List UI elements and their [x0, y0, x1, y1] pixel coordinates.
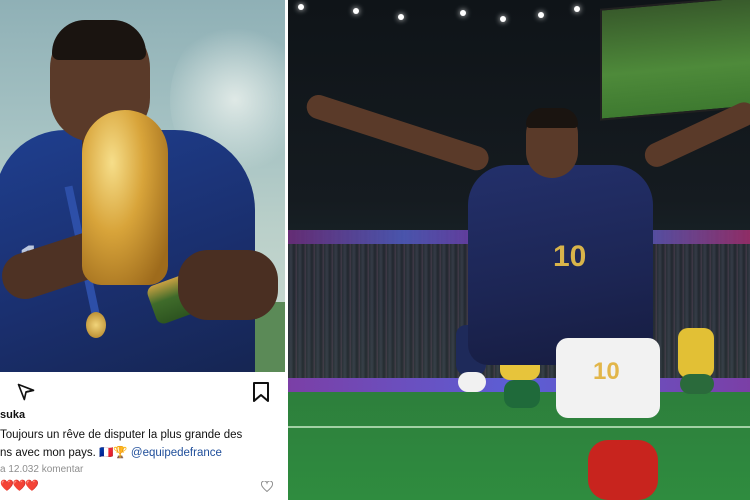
caption-text: ns avec mon pays. 🇫🇷🏆 [0, 447, 131, 459]
heart-icon[interactable] [261, 481, 273, 492]
player-sock [588, 440, 658, 500]
mention-link[interactable]: @equipedefrance [131, 447, 222, 459]
jersey-number: 10 [553, 240, 587, 273]
stadium-celebration-photo: 10 10 [288, 0, 750, 500]
heart-reactions: ❤️❤️❤️ [0, 480, 39, 492]
send-icon[interactable] [16, 382, 36, 402]
shorts-number: 10 [593, 358, 620, 385]
world-cup-trophy [82, 110, 168, 285]
bookmark-icon[interactable] [252, 382, 270, 402]
post-actions-bar [0, 374, 285, 408]
medal [86, 312, 106, 338]
instagram-post: 10 suka Toujours un rêve de disputer la … [0, 0, 285, 500]
comment-count[interactable]: a 12.032 komentar [0, 464, 83, 475]
post-caption-line2: ns avec mon pays. 🇫🇷🏆 @equipedefrance [0, 445, 222, 459]
player-arm [303, 91, 492, 174]
stadium-screen [600, 0, 750, 121]
post-username[interactable]: suka [0, 409, 25, 421]
post-photo-trophy-kiss: 10 [0, 0, 285, 372]
pitch [288, 392, 750, 500]
opponent-player [678, 328, 714, 378]
post-caption-line1: Toujours un rêve de disputer la plus gra… [0, 429, 243, 441]
